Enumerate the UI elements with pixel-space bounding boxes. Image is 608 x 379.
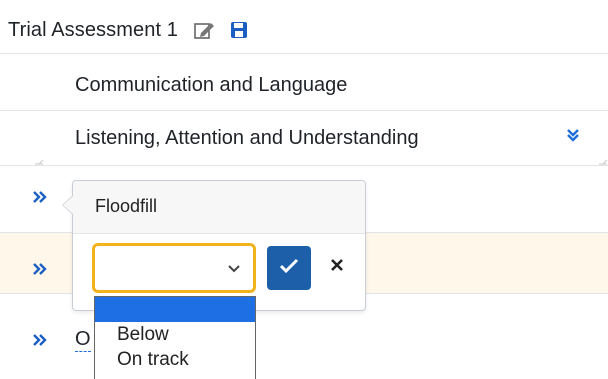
edit-icon[interactable] [194, 20, 216, 40]
edit-popover: Floodfill [62, 180, 366, 311]
aspect-row-label: Listening, Attention and Understanding [75, 127, 419, 149]
popover-header: Floodfill [73, 181, 365, 234]
select-dropdown-list: Below On track [94, 296, 256, 379]
header: Trial Assessment 1 [8, 10, 248, 50]
page-title: Trial Assessment 1 [8, 18, 179, 41]
divider [0, 53, 608, 54]
popover-title: Floodfill [95, 196, 158, 216]
chevron-double-right-icon[interactable] [32, 190, 48, 209]
popover-arrow [63, 196, 73, 214]
select-option-below[interactable]: Below [95, 322, 255, 347]
chevron-double-down-icon[interactable] [565, 127, 581, 148]
select-option-on-track[interactable]: On track [95, 347, 255, 372]
chevron-double-right-icon[interactable] [32, 262, 48, 281]
divider [0, 165, 608, 166]
select-option-blank[interactable] [95, 297, 255, 322]
chevron-double-right-icon[interactable] [32, 333, 48, 352]
close-icon [330, 258, 344, 277]
divider [0, 110, 608, 111]
check-icon [279, 258, 299, 279]
resize-corner-icon [598, 152, 608, 170]
chevron-down-icon[interactable] [227, 261, 241, 279]
confirm-button[interactable] [267, 246, 311, 290]
cancel-button[interactable] [323, 253, 351, 281]
resize-corner-icon [34, 152, 44, 170]
statement-label[interactable]: O [75, 327, 91, 352]
judgement-select[interactable] [92, 243, 256, 293]
area-row-label: Communication and Language [75, 74, 348, 96]
save-icon[interactable] [230, 21, 248, 39]
